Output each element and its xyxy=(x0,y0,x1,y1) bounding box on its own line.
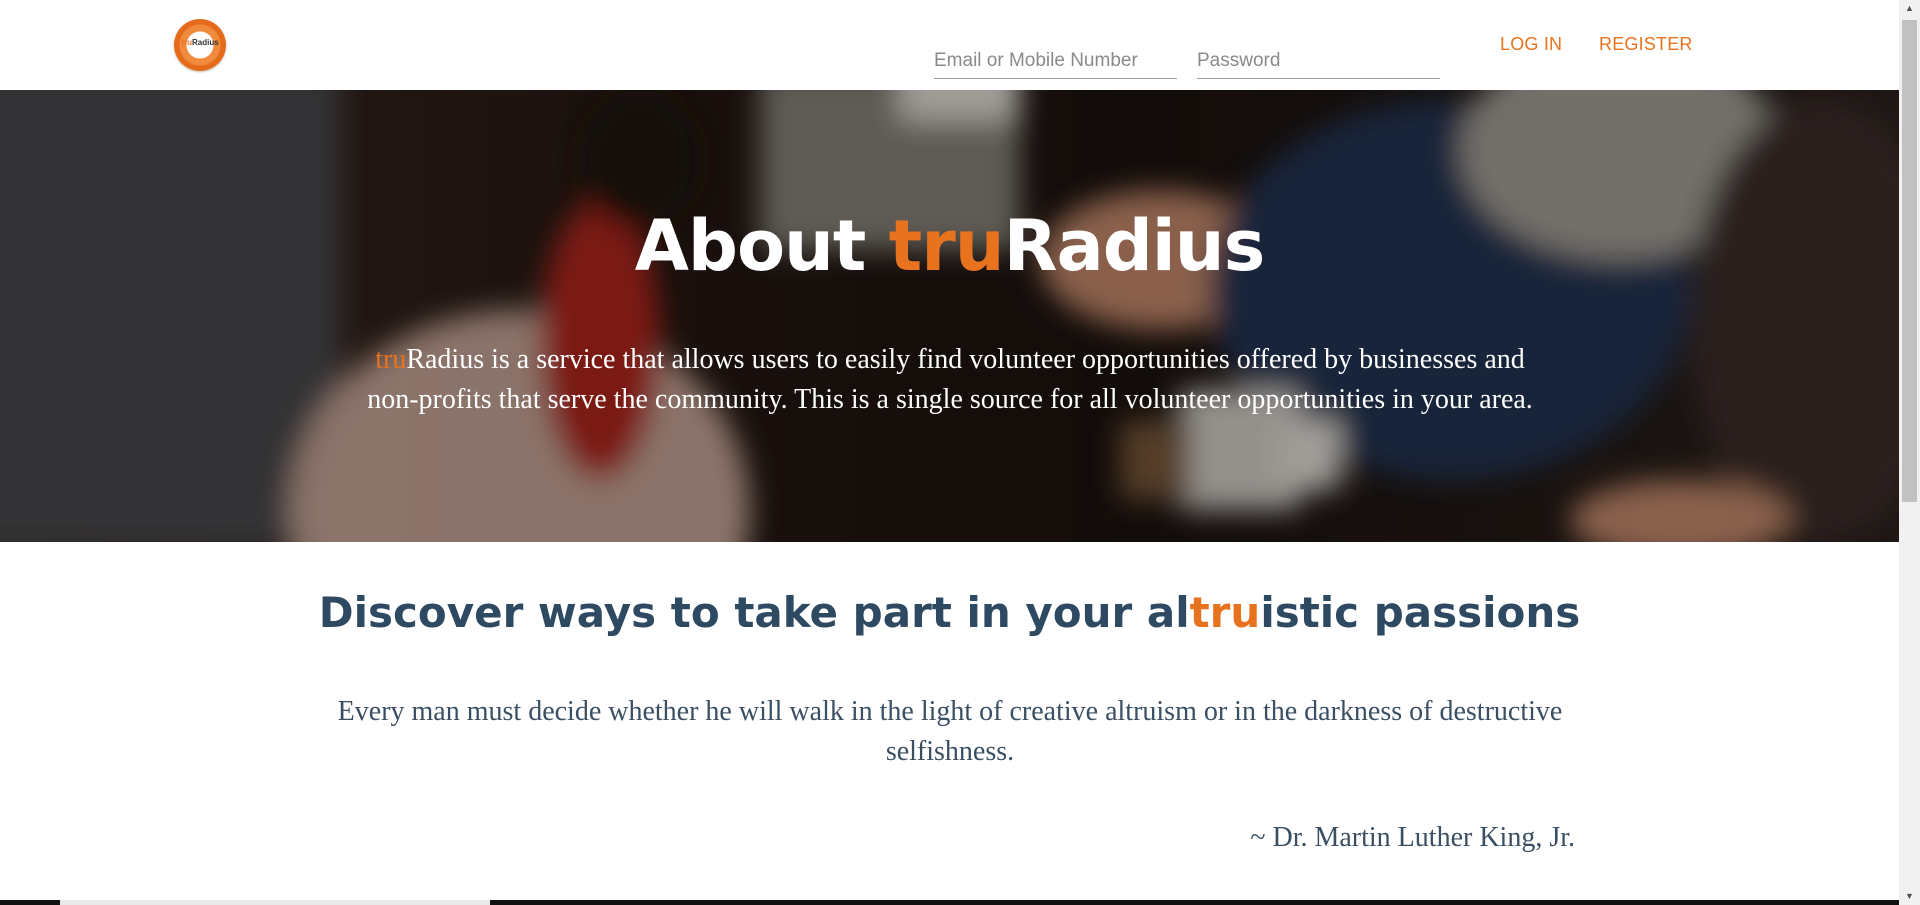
hero-description: truRadius is a service that allows users… xyxy=(367,344,1533,415)
email-field[interactable] xyxy=(934,44,1177,79)
scroll-down-arrow-icon[interactable]: ▼ xyxy=(1899,888,1920,905)
hero-title: About truRadius xyxy=(634,205,1266,287)
scroll-up-arrow-icon[interactable]: ▲ xyxy=(1899,0,1920,17)
register-link[interactable]: REGISTER xyxy=(1599,34,1693,55)
section-headline: Discover ways to take part in your altru… xyxy=(318,588,1581,637)
hero-background-photo xyxy=(0,90,1899,542)
login-link[interactable]: LOG IN xyxy=(1500,34,1562,55)
password-field[interactable] xyxy=(1197,44,1440,79)
bottom-edge-segment xyxy=(60,900,490,905)
quote-text: Every man must decide whether he will wa… xyxy=(337,696,1563,767)
logo-wordmark: truRadius xyxy=(181,38,219,47)
scrollbar-thumb[interactable] xyxy=(1902,20,1917,502)
truradius-logo[interactable]: truRadius xyxy=(174,19,226,71)
site-header: truRadius LOG IN REGISTER xyxy=(0,0,1899,90)
quote-author: ~ Dr. Martin Luther King, Jr. xyxy=(1250,822,1575,853)
page-scrollbar[interactable]: ▲ ▼ xyxy=(1899,0,1920,905)
bottom-edge xyxy=(0,900,1899,905)
hero-banner: About truRadius truRadius is a service t… xyxy=(0,90,1899,542)
